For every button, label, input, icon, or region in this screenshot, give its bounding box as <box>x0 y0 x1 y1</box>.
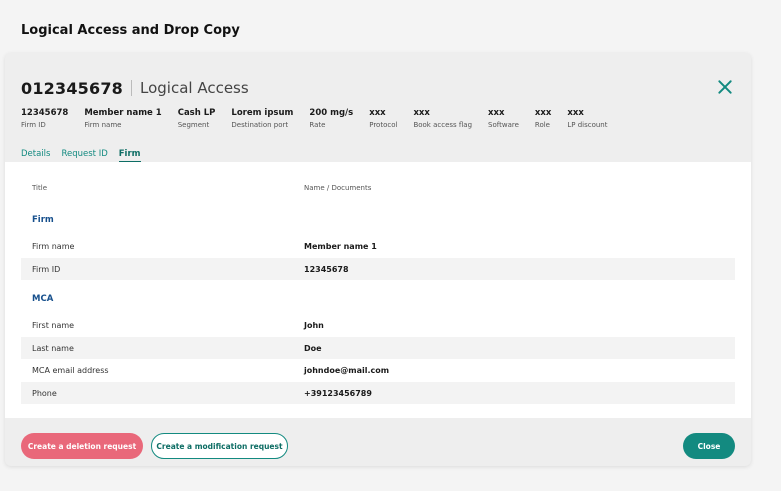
meta-role: xxx Role <box>535 108 551 129</box>
logical-access-modal: 012345678 Logical Access 12345678 Firm I… <box>5 53 751 466</box>
meta-value: xxx <box>567 108 584 118</box>
table-row: Phone +39123456789 <box>21 382 735 404</box>
meta-label: Protocol <box>369 121 398 129</box>
row-value: Member name 1 <box>304 241 377 251</box>
firm-details-panel: Title Name / Documents Firm Firm name Me… <box>5 162 751 418</box>
tab-bar: Details Request ID Firm <box>21 149 152 163</box>
meta-value: Lorem ipsum <box>231 108 294 118</box>
close-icon[interactable] <box>717 79 733 95</box>
page-title: Logical Access and Drop Copy <box>21 23 240 38</box>
tab-details[interactable]: Details <box>21 149 50 163</box>
meta-value: 200 mg/s <box>309 108 354 118</box>
meta-value: xxx <box>413 108 430 118</box>
meta-value: Member name 1 <box>84 108 162 118</box>
row-label: MCA email address <box>32 365 109 375</box>
meta-label: Firm ID <box>21 121 46 129</box>
meta-value: xxx <box>534 108 552 118</box>
modal-header: 012345678 Logical Access <box>21 78 249 98</box>
row-value: John <box>304 320 324 330</box>
meta-software: xxx Software <box>488 108 519 129</box>
row-label: Last name <box>32 343 74 353</box>
meta-protocol: xxx Protocol <box>369 108 397 129</box>
meta-firm-id: 12345678 Firm ID <box>21 108 68 129</box>
meta-destination-port: Lorem ipsum Destination port <box>231 108 293 129</box>
meta-bar: 12345678 Firm ID Member name 1 Firm name… <box>21 108 624 129</box>
column-header-title: Title <box>32 184 48 192</box>
meta-lp-discount: xxx LP discount <box>567 108 607 129</box>
row-value: johndoe@mail.com <box>304 365 390 375</box>
meta-label: LP discount <box>567 121 608 129</box>
row-value: 12345678 <box>304 264 349 274</box>
tab-request-id[interactable]: Request ID <box>61 149 107 163</box>
table-row: Firm ID 12345678 <box>21 258 735 280</box>
row-label: First name <box>32 320 75 330</box>
column-header-name-documents: Name / Documents <box>304 184 372 192</box>
record-id: 012345678 <box>21 78 123 98</box>
create-modification-request-button[interactable]: Create a modification request <box>151 433 288 459</box>
meta-value: 12345678 <box>21 108 69 118</box>
meta-value: Cash LP <box>177 108 216 118</box>
meta-label: Destination port <box>231 121 289 129</box>
meta-label: Firm name <box>84 121 122 129</box>
create-deletion-request-button[interactable]: Create a deletion request <box>21 433 143 459</box>
meta-label: Rate <box>309 121 326 129</box>
table-row: Firm name Member name 1 <box>21 235 735 257</box>
tab-firm[interactable]: Firm <box>118 149 141 163</box>
meta-firm-name: Member name 1 Firm name <box>84 108 161 129</box>
meta-value: xxx <box>369 108 386 118</box>
meta-rate: 200 mg/s Rate <box>309 108 353 129</box>
meta-label: Segment <box>177 121 210 129</box>
section-heading-firm: Firm <box>32 215 54 225</box>
section-heading-mca: MCA <box>32 294 54 304</box>
row-label: Phone <box>32 388 57 398</box>
close-button[interactable]: Close <box>683 433 735 459</box>
row-label: Firm name <box>32 241 75 251</box>
row-label: Firm ID <box>32 264 61 274</box>
table-row: Last name Doe <box>21 337 735 359</box>
meta-label: Book access flag <box>413 121 473 129</box>
row-value: +39123456789 <box>304 388 372 398</box>
table-row: MCA email address johndoe@mail.com <box>21 359 735 381</box>
meta-label: Role <box>534 121 550 129</box>
header-divider <box>131 80 132 96</box>
table-row: First name John <box>21 314 735 336</box>
meta-value: xxx <box>488 108 505 118</box>
record-name: Logical Access <box>140 79 249 97</box>
meta-segment: Cash LP Segment <box>178 108 216 129</box>
meta-label: Software <box>488 121 519 129</box>
meta-book-access-flag: xxx Book access flag <box>413 108 472 129</box>
row-value: Doe <box>304 343 322 353</box>
